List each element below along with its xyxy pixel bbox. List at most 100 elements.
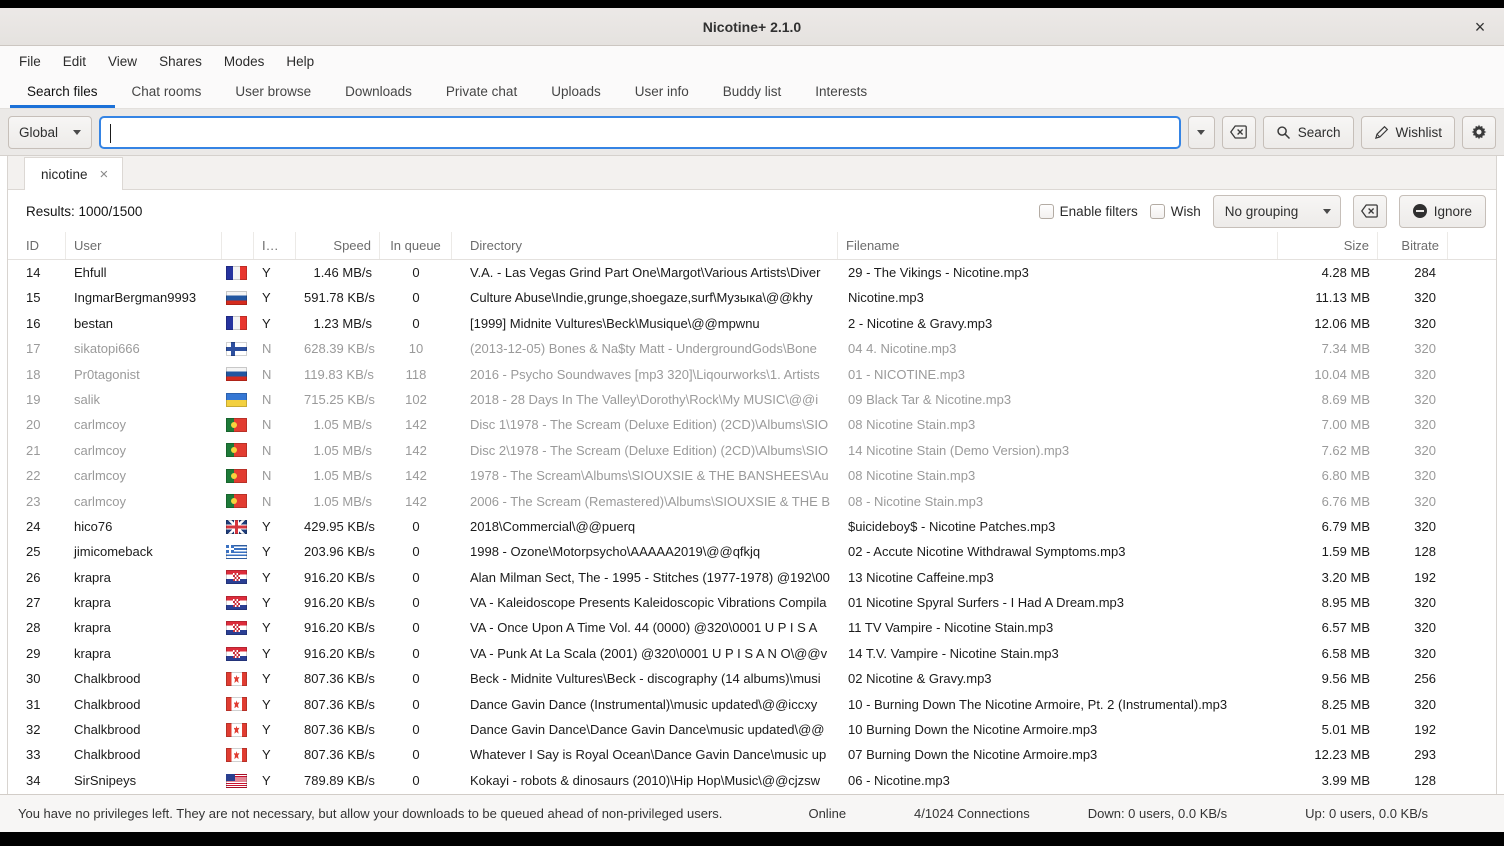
search-tab-nicotine[interactable]: nicotine × <box>24 157 123 190</box>
clear-results-button[interactable] <box>1353 195 1387 228</box>
menu-item-edit[interactable]: Edit <box>52 50 97 73</box>
table-row[interactable]: 18 Pr0tagonist N 119.83 KB/s 118 2016 - … <box>8 362 1496 387</box>
cell-bitrate: 320 <box>1378 615 1448 640</box>
column-header-directory[interactable]: Directory <box>452 232 838 259</box>
tab-close-button[interactable]: × <box>98 165 111 184</box>
table-row[interactable]: 32 Chalkbrood Y 807.36 KB/s 0 Dance Gavi… <box>8 717 1496 742</box>
menu-item-help[interactable]: Help <box>275 50 325 73</box>
search-entry[interactable] <box>99 116 1181 149</box>
menu-item-file[interactable]: File <box>8 50 52 73</box>
cell-size: 9.56 MB <box>1278 666 1378 691</box>
table-row[interactable]: 34 SirSnipeys Y 789.89 KB/s 0 Kokayi - r… <box>8 768 1496 793</box>
enable-filters-checkbox[interactable] <box>1039 204 1054 219</box>
close-icon: × <box>100 166 109 183</box>
menu-item-view[interactable]: View <box>97 50 148 73</box>
cell-user: Ehfull <box>66 260 222 285</box>
connection-status[interactable]: Online <box>808 806 846 821</box>
table-row[interactable]: 22 carlmcoy N 1.05 MB/s 142 1978 - The S… <box>8 463 1496 488</box>
tab-user-info[interactable]: User info <box>618 76 706 108</box>
cell-bitrate: 284 <box>1378 260 1448 285</box>
cell-bitrate: 320 <box>1378 336 1448 361</box>
cell-size: 3.20 MB <box>1278 565 1378 590</box>
tab-buddy-list[interactable]: Buddy list <box>706 76 799 108</box>
enable-filters-toggle[interactable]: Enable filters <box>1039 204 1138 219</box>
cell-speed: 628.39 KB/s <box>296 336 380 361</box>
cell-in-queue: 142 <box>380 438 452 463</box>
table-row[interactable]: 31 Chalkbrood Y 807.36 KB/s 0 Dance Gavi… <box>8 692 1496 717</box>
column-header-flag[interactable] <box>222 232 254 259</box>
cell-in-queue: 0 <box>380 590 452 615</box>
cell-directory: Alan Milman Sect, The - 1995 - Stitches … <box>452 565 838 590</box>
search-button[interactable]: Search <box>1263 116 1354 149</box>
cell-immediate: Y <box>254 666 296 691</box>
search-scope-dropdown[interactable]: Global <box>8 116 92 149</box>
column-header-immediate[interactable]: Immediate <box>254 232 296 259</box>
column-header-bitrate[interactable]: Bitrate <box>1378 232 1448 259</box>
table-row[interactable]: 24 hico76 Y 429.95 KB/s 0 2018\Commercia… <box>8 514 1496 539</box>
cell-immediate: Y <box>254 692 296 717</box>
search-history-dropdown[interactable] <box>1188 116 1215 149</box>
grouping-dropdown[interactable]: No grouping <box>1213 195 1341 228</box>
column-header-filename[interactable]: Filename <box>838 232 1278 259</box>
table-row[interactable]: 14 Ehfull Y 1.46 MB/s 0 V.A. - Las Vegas… <box>8 260 1496 285</box>
cell-directory: Whatever I Say is Royal Ocean\Dance Gavi… <box>452 742 838 767</box>
upload-status[interactable]: Up: 0 users, 0.0 KB/s <box>1305 806 1428 821</box>
cell-directory: (2013-12-05) Bones & Na$ty Matt - Underg… <box>452 336 838 361</box>
table-row[interactable]: 16 bestan Y 1.23 MB/s 0 [1999] Midnite V… <box>8 311 1496 336</box>
tab-downloads[interactable]: Downloads <box>328 76 429 108</box>
cell-user: krapra <box>66 615 222 640</box>
cell-immediate: Y <box>254 717 296 742</box>
cell-in-queue: 118 <box>380 362 452 387</box>
column-header-user[interactable]: User <box>66 232 222 259</box>
tab-uploads[interactable]: Uploads <box>534 76 618 108</box>
cell-size: 8.95 MB <box>1278 590 1378 615</box>
ignore-button[interactable]: Ignore <box>1399 195 1486 228</box>
clear-search-button[interactable] <box>1222 116 1256 149</box>
table-row[interactable]: 19 salik N 715.25 KB/s 102 2018 - 28 Day… <box>8 387 1496 412</box>
wish-toggle[interactable]: Wish <box>1150 204 1201 219</box>
download-status[interactable]: Down: 0 users, 0.0 KB/s <box>1088 806 1227 821</box>
table-row[interactable]: 15 IngmarBergman9993 Y 591.78 KB/s 0 Cul… <box>8 285 1496 310</box>
window-title: Nicotine+ 2.1.0 <box>0 19 1504 35</box>
column-header-id[interactable]: ID <box>8 232 66 259</box>
tab-chat-rooms[interactable]: Chat rooms <box>115 76 219 108</box>
wishlist-button[interactable]: Wishlist <box>1361 116 1456 149</box>
table-row[interactable]: 29 krapra Y 916.20 KB/s 0 VA - Punk At L… <box>8 641 1496 666</box>
settings-button[interactable] <box>1462 116 1496 149</box>
table-row[interactable]: 21 carlmcoy N 1.05 MB/s 142 Disc 2\1978 … <box>8 438 1496 463</box>
cell-directory: Culture Abuse\Indie,grunge,shoegaze,surf… <box>452 285 838 310</box>
menu-item-shares[interactable]: Shares <box>148 50 213 73</box>
table-row[interactable]: 17 sikatopi666 N 628.39 KB/s 10 (2013-12… <box>8 336 1496 361</box>
table-row[interactable]: 25 jimicomeback Y 203.96 KB/s 0 1998 - O… <box>8 539 1496 564</box>
cell-speed: 807.36 KB/s <box>296 666 380 691</box>
cell-bitrate: 192 <box>1378 717 1448 742</box>
cell-filename: 11 TV Vampire - Nicotine Stain.mp3 <box>838 615 1278 640</box>
window-close-button[interactable]: × <box>1468 15 1492 39</box>
chevron-down-icon <box>73 130 81 135</box>
cell-filename: 14 T.V. Vampire - Nicotine Stain.mp3 <box>838 641 1278 666</box>
tab-search-files[interactable]: Search files <box>10 76 115 108</box>
country-flag-icon <box>226 469 247 483</box>
column-header-in-queue[interactable]: In queue <box>380 232 452 259</box>
cell-id: 17 <box>8 336 66 361</box>
wish-checkbox[interactable] <box>1150 204 1165 219</box>
table-row[interactable]: 33 Chalkbrood Y 807.36 KB/s 0 Whatever I… <box>8 742 1496 767</box>
cell-size: 6.80 MB <box>1278 463 1378 488</box>
table-row[interactable]: 26 krapra Y 916.20 KB/s 0 Alan Milman Se… <box>8 565 1496 590</box>
tab-user-browse[interactable]: User browse <box>218 76 328 108</box>
status-bar: You have no privileges left. They are no… <box>0 794 1504 832</box>
table-row[interactable]: 20 carlmcoy N 1.05 MB/s 142 Disc 1\1978 … <box>8 412 1496 437</box>
column-header-speed[interactable]: Speed <box>296 232 380 259</box>
column-header-size[interactable]: Size <box>1278 232 1378 259</box>
table-row[interactable]: 23 carlmcoy N 1.05 MB/s 142 2006 - The S… <box>8 489 1496 514</box>
table-row[interactable]: 28 krapra Y 916.20 KB/s 0 VA - Once Upon… <box>8 615 1496 640</box>
table-row[interactable]: 30 Chalkbrood Y 807.36 KB/s 0 Beck - Mid… <box>8 666 1496 691</box>
cell-user: carlmcoy <box>66 489 222 514</box>
search-input[interactable] <box>109 124 1171 140</box>
tab-private-chat[interactable]: Private chat <box>429 76 534 108</box>
cell-filename: 2 - Nicotine & Gravy.mp3 <box>838 311 1278 336</box>
menu-item-modes[interactable]: Modes <box>213 50 276 73</box>
cell-immediate: N <box>254 387 296 412</box>
table-row[interactable]: 27 krapra Y 916.20 KB/s 0 VA - Kaleidosc… <box>8 590 1496 615</box>
tab-interests[interactable]: Interests <box>798 76 884 108</box>
